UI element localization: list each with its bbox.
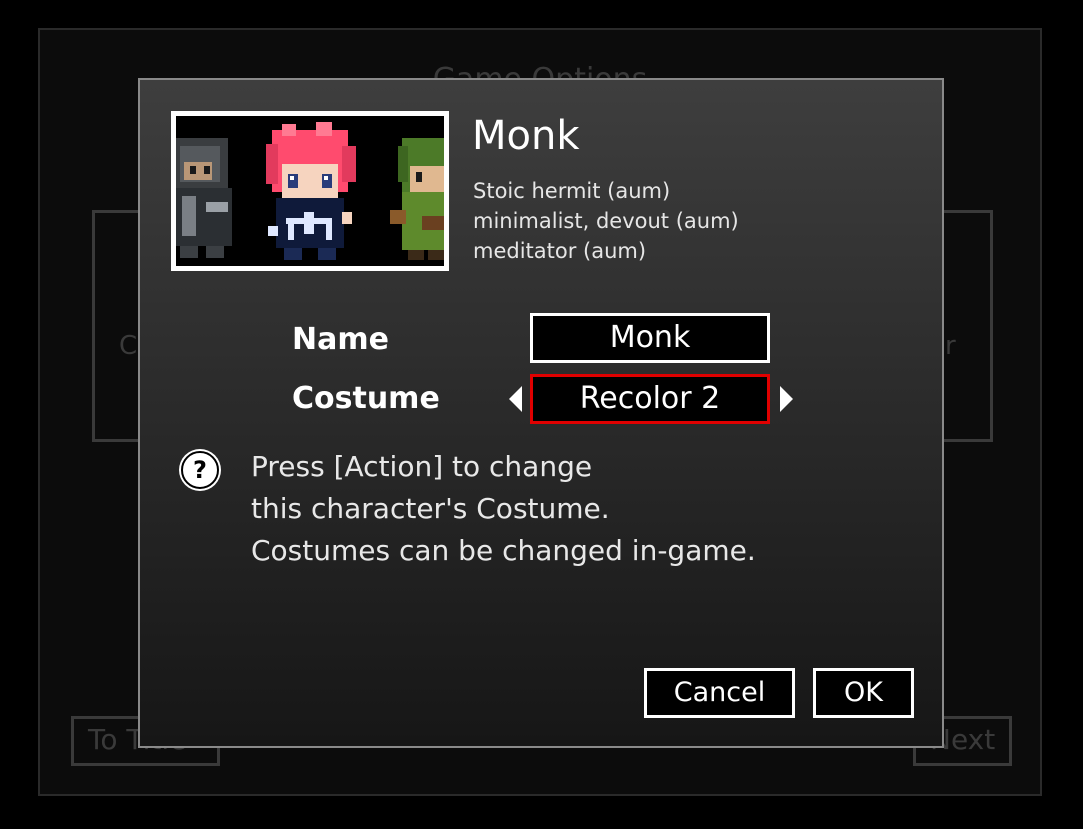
background-right-panel: er — [929, 210, 993, 442]
monk-sprite — [266, 122, 356, 260]
help-line: Costumes can be changed in-game. — [251, 534, 756, 567]
help-line: this character's Costume. — [251, 492, 610, 525]
ok-button[interactable]: OK — [813, 668, 914, 718]
character-portrait — [171, 111, 449, 271]
costume-selector[interactable]: Recolor 2 — [530, 374, 770, 424]
help-icon: ? — [181, 451, 219, 489]
costume-dialog: Monk Stoic hermit (aum) minimalist, devo… — [138, 78, 944, 748]
cancel-button[interactable]: Cancel — [644, 668, 795, 718]
help-text: Press [Action] to change this character'… — [251, 446, 756, 572]
costume-label: Costume — [292, 381, 440, 416]
costume-prev-arrow-icon[interactable] — [509, 386, 522, 412]
background-left-panel-text: C — [119, 331, 138, 361]
knight-sprite — [176, 138, 232, 258]
help-line: Press [Action] to change — [251, 450, 593, 483]
ranger-sprite — [390, 138, 444, 260]
description-line: meditator (aum) — [473, 239, 647, 263]
description-line: Stoic hermit (aum) — [473, 179, 671, 203]
costume-next-arrow-icon[interactable] — [780, 386, 793, 412]
character-description: Stoic hermit (aum) minimalist, devout (a… — [473, 176, 739, 266]
name-label: Name — [292, 322, 389, 357]
party-sprites-image — [176, 122, 444, 260]
character-name-title: Monk — [472, 113, 580, 159]
description-line: minimalist, devout (aum) — [473, 209, 739, 233]
name-field[interactable]: Monk — [530, 313, 770, 363]
